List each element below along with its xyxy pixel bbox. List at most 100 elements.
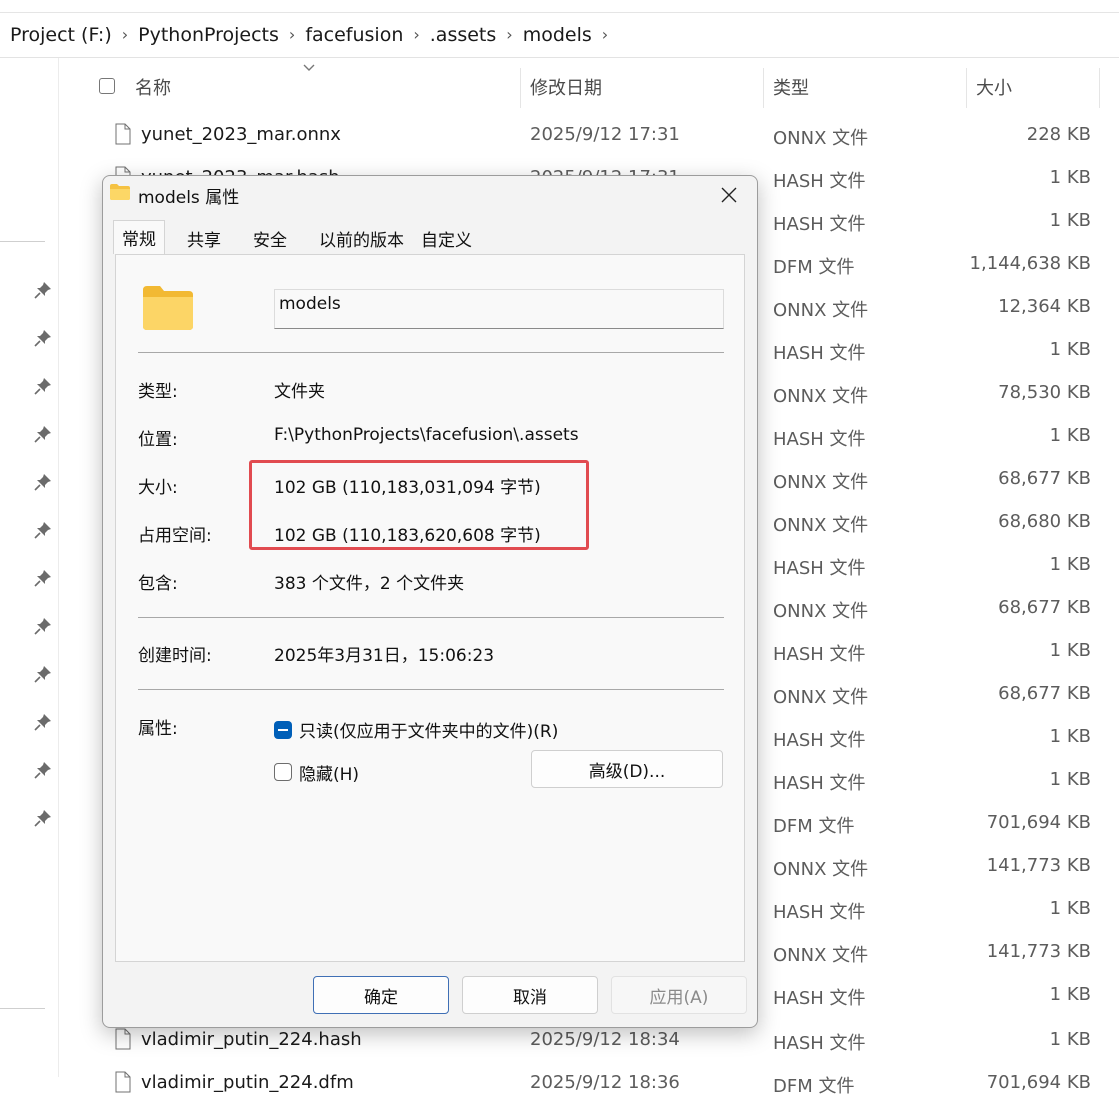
pin-icon[interactable] [34,329,52,347]
pin-icon[interactable] [34,521,52,539]
file-date: 2025/9/12 18:36 [530,1072,680,1093]
file-type: ONNX 文件 [773,687,869,708]
file-size: 701,694 KB [986,1072,1091,1093]
nav-divider [0,241,45,242]
file-size: 1 KB [1049,640,1091,661]
chevron-right-icon[interactable]: › [413,25,419,44]
location-label: 位置: [138,430,178,450]
column-header-name[interactable]: 名称 [135,74,171,100]
breadcrumb-item-assets[interactable]: .assets [430,24,497,46]
file-size: 1 KB [1049,210,1091,231]
readonly-label[interactable]: 只读(仅应用于文件夹中的文件)(R) [299,717,558,742]
properties-dialog: models 属性 常规 共享 安全 以前的版本 自定义 models 类型: … [102,175,758,1028]
column-separator[interactable] [966,68,967,108]
divider [138,352,724,353]
column-separator[interactable] [763,68,764,108]
created-label: 创建时间: [138,646,212,666]
file-size: 1 KB [1049,984,1091,1005]
pin-icon[interactable] [34,569,52,587]
column-separator[interactable] [1099,68,1100,108]
file-size: 701,694 KB [986,812,1091,833]
chevron-right-icon[interactable]: › [506,25,512,44]
file-type: DFM 文件 [773,816,855,837]
file-name: vladimir_putin_224.hash [141,1029,362,1050]
pin-icon[interactable] [34,425,52,443]
file-size: 1 KB [1049,769,1091,790]
apply-button[interactable]: 应用(A) [611,976,747,1014]
chevron-right-icon[interactable]: › [122,25,128,44]
chevron-right-icon[interactable]: › [602,25,608,44]
type-label: 类型: [138,382,178,402]
column-header-date[interactable]: 修改日期 [530,74,602,100]
breadcrumb-item-models[interactable]: models [523,24,592,46]
general-tab-panel: models 类型: 文件夹 位置: F:\PythonProjects\fac… [115,254,745,962]
file-size: 228 KB [1026,124,1091,145]
pin-icon[interactable] [34,665,52,683]
file-icon [115,1028,131,1050]
pin-icon[interactable] [34,713,52,731]
file-name: yunet_2023_mar.onnx [141,124,341,145]
tab-customize[interactable]: 自定义 [413,222,480,254]
folder-name-field[interactable]: models [274,289,724,329]
ok-button[interactable]: 确定 [313,976,449,1014]
file-type: HASH 文件 [773,773,866,794]
chevron-right-icon[interactable]: › [289,25,295,44]
close-button[interactable] [711,180,747,210]
tab-sharing[interactable]: 共享 [179,222,229,254]
close-icon [721,187,737,203]
divider [138,617,724,618]
file-name: vladimir_putin_224.dfm [141,1072,354,1093]
file-size: 141,773 KB [986,941,1091,962]
file-size: 1 KB [1049,167,1091,188]
hidden-checkbox[interactable] [274,763,292,781]
file-size: 1,144,638 KB [969,253,1091,274]
pin-icon[interactable] [34,761,52,779]
breadcrumb-item-pythonprojects[interactable]: PythonProjects [138,24,279,46]
dialog-title: models 属性 [138,188,240,208]
pin-icon[interactable] [34,377,52,395]
file-size: 1 KB [1049,898,1091,919]
pin-icon[interactable] [34,809,52,827]
file-type: ONNX 文件 [773,386,869,407]
breadcrumb-item-drive[interactable]: Project (F:) [10,24,112,46]
column-header-size[interactable]: 大小 [976,74,1012,100]
table-row[interactable]: vladimir_putin_224.dfm 2025/9/12 18:36 DFM… [59,1062,1119,1105]
advanced-button[interactable]: 高级(D)... [531,750,723,788]
column-header-type[interactable]: 类型 [773,74,809,100]
tab-general[interactable]: 常规 [113,220,165,254]
file-size: 68,680 KB [998,511,1091,532]
file-size: 1 KB [1049,339,1091,360]
pin-icon[interactable] [34,617,52,635]
breadcrumb: Project (F:) › PythonProjects › facefusi… [0,12,1119,58]
file-type: HASH 文件 [773,429,866,450]
attributes-label: 属性: [138,719,178,739]
size-on-disk-label: 占用空间: [138,526,212,546]
navigation-pane [0,58,59,1077]
size-highlight-box [249,460,589,550]
folder-icon [143,286,193,330]
tab-security[interactable]: 安全 [245,222,295,254]
file-type: HASH 文件 [773,343,866,364]
table-row[interactable]: yunet_2023_mar.onnx 2025/9/12 17:31 ONNX 文… [59,114,1119,157]
column-separator[interactable] [520,68,521,108]
sort-chevron-icon [303,64,315,71]
column-header-row: 名称 修改日期 类型 大小 [59,58,1119,114]
size-label: 大小: [138,478,178,498]
readonly-checkbox[interactable] [274,721,292,739]
file-type: DFM 文件 [773,1076,855,1097]
file-type: ONNX 文件 [773,515,869,536]
hidden-label[interactable]: 隐藏(H) [299,760,359,785]
pin-icon[interactable] [34,473,52,491]
tab-previous-versions[interactable]: 以前的版本 [311,222,412,254]
file-type: ONNX 文件 [773,472,869,493]
folder-icon [110,184,130,200]
file-size: 68,677 KB [998,683,1091,704]
breadcrumb-item-facefusion[interactable]: facefusion [305,24,403,46]
pin-icon[interactable] [34,281,52,299]
cancel-button[interactable]: 取消 [462,976,598,1014]
select-all-checkbox[interactable] [99,78,115,94]
contains-label: 包含: [138,574,178,594]
dialog-titlebar[interactable]: models 属性 [103,176,757,212]
file-type: ONNX 文件 [773,128,869,149]
file-type: HASH 文件 [773,171,866,192]
